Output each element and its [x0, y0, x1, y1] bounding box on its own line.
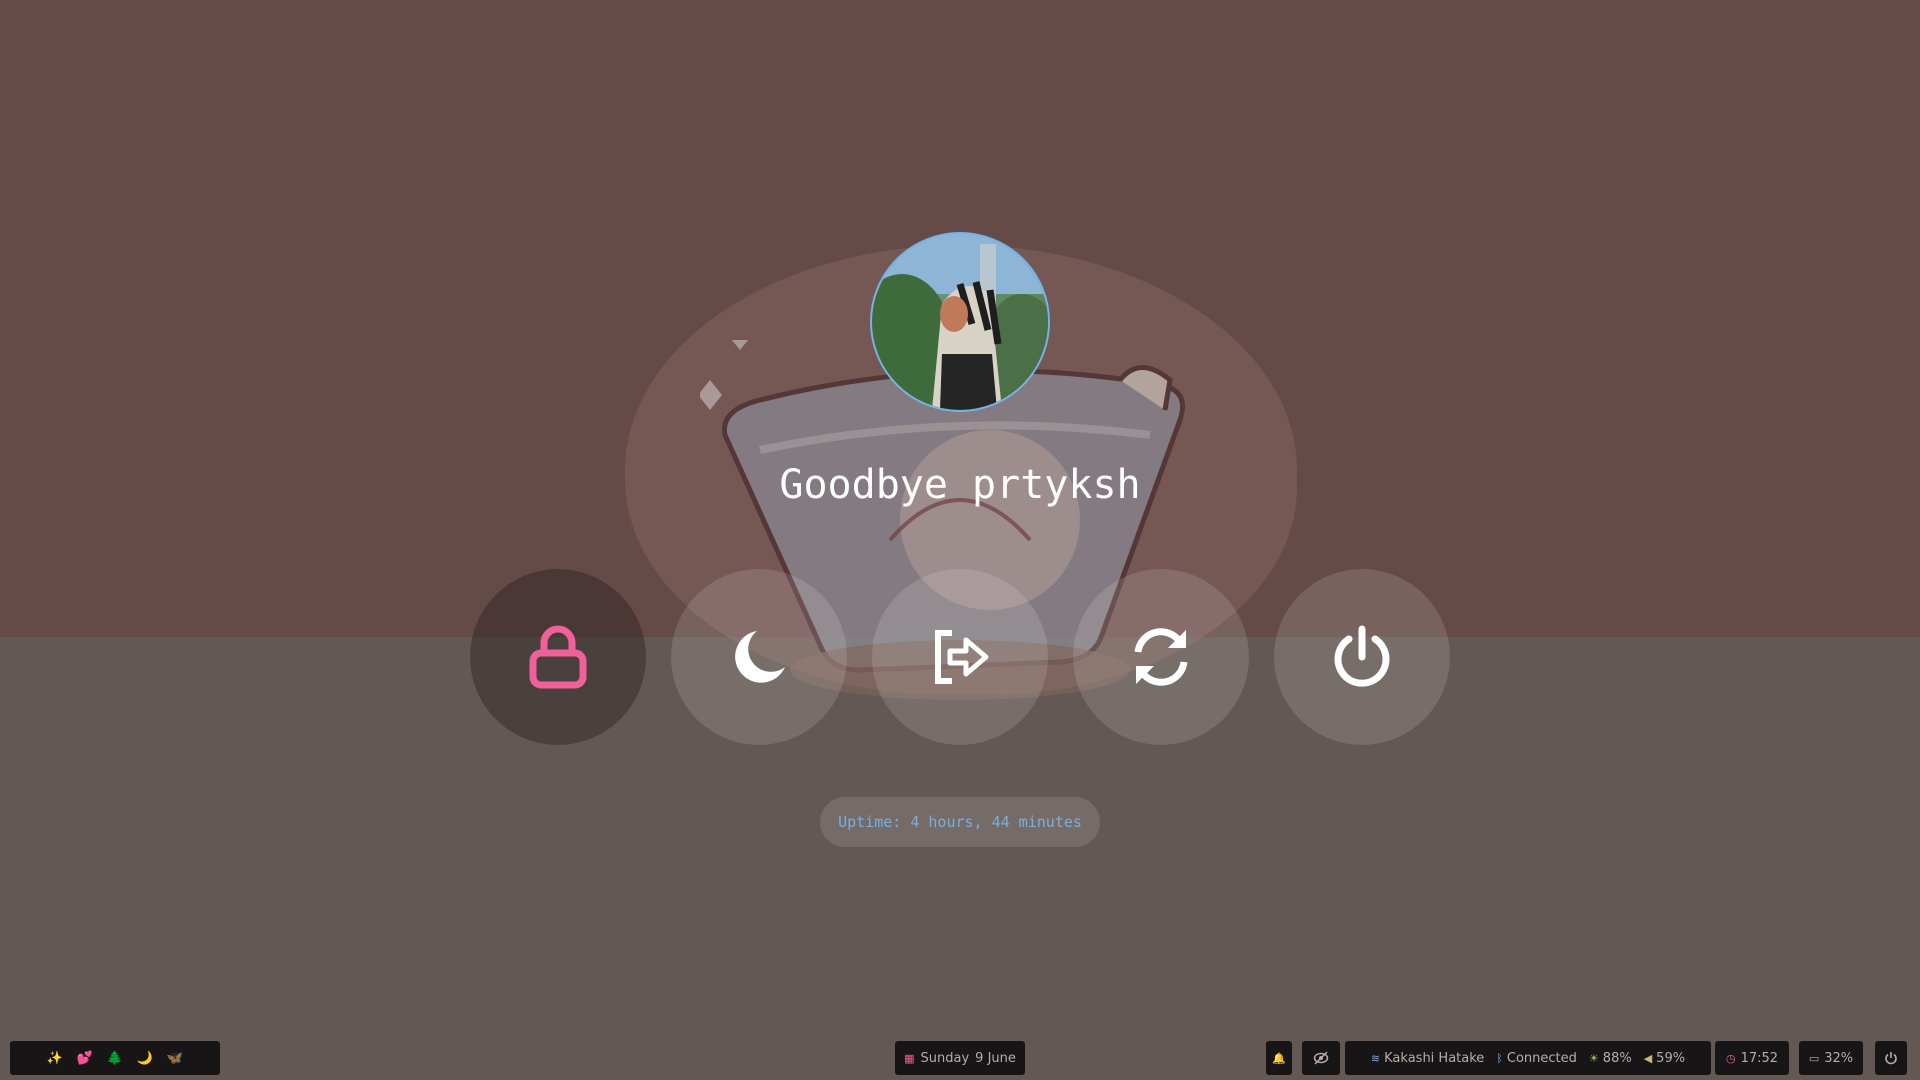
shutdown-button[interactable]: [1274, 569, 1450, 745]
brightness-value: 88%: [1602, 1050, 1632, 1066]
notification-button[interactable]: 🔔: [1266, 1041, 1292, 1075]
uptime-label: Uptime: 4 hours, 44 minutes: [820, 797, 1100, 847]
brightness-icon: ☀: [1588, 1051, 1599, 1065]
avatar: [870, 232, 1050, 412]
date-widget[interactable]: ▦ Sunday 9 June: [895, 1041, 1025, 1075]
battery-widget[interactable]: ▭ 32%: [1799, 1041, 1863, 1075]
power-menu-button[interactable]: [1875, 1041, 1907, 1075]
workspaces: ✨ 💕 🌲 🌙 🦋: [10, 1041, 220, 1075]
clock-widget[interactable]: ◷ 17:52: [1715, 1041, 1789, 1075]
battery-icon: ▭: [1808, 1051, 1820, 1065]
status-group: ≋ Kakashi Hatake ᛒ Connected ☀ 88% ◀ 59%: [1345, 1041, 1711, 1075]
workspace-3-tree-icon[interactable]: 🌲: [100, 1051, 130, 1066]
workspace-4-moon-icon[interactable]: 🌙: [130, 1051, 160, 1066]
wifi-status[interactable]: ≋ Kakashi Hatake: [1371, 1051, 1484, 1066]
volume-status[interactable]: ◀ 59%: [1644, 1051, 1685, 1066]
workspace-1-sparkle-icon[interactable]: ✨: [40, 1051, 70, 1066]
logout-button[interactable]: [872, 569, 1048, 745]
greeting-title: Goodbye prtyksh: [779, 462, 1141, 508]
volume-icon: ◀: [1643, 1051, 1653, 1065]
clock-time: 17:52: [1740, 1050, 1779, 1066]
workspace-5-butterfly-icon[interactable]: 🦋: [160, 1051, 190, 1066]
wifi-icon: ≋: [1370, 1051, 1381, 1065]
date-date: 9 June: [975, 1050, 1016, 1066]
battery-value: 32%: [1824, 1050, 1854, 1066]
lock-icon: [529, 625, 587, 689]
volume-value: 59%: [1656, 1050, 1686, 1066]
logout-icon: [935, 630, 989, 684]
workspace-2-hearts-icon[interactable]: 💕: [70, 1051, 100, 1066]
bluetooth-icon: ᛒ: [1496, 1051, 1503, 1065]
power-icon: [1334, 625, 1390, 687]
lock-button[interactable]: [470, 569, 646, 745]
bluetooth-label: Connected: [1506, 1050, 1577, 1066]
bell-icon: 🔔: [1272, 1051, 1286, 1065]
reboot-icon: [1134, 628, 1188, 686]
avatar-portrait-image: [872, 234, 1048, 410]
bluetooth-status[interactable]: ᛒ Connected: [1496, 1051, 1577, 1066]
power-small-icon: [1885, 1052, 1897, 1065]
calendar-icon: ▦: [904, 1051, 915, 1065]
wifi-ssid: Kakashi Hatake: [1384, 1050, 1485, 1066]
date-day: Sunday: [920, 1050, 970, 1066]
brightness-status[interactable]: ☀ 88%: [1589, 1051, 1632, 1066]
moon-icon: [735, 631, 785, 683]
clock-icon: ◷: [1725, 1051, 1736, 1065]
idle-inhibitor-button[interactable]: [1302, 1041, 1340, 1075]
suspend-button[interactable]: [671, 569, 847, 745]
reboot-button[interactable]: [1073, 569, 1249, 745]
eye-off-icon: [1313, 1051, 1329, 1065]
